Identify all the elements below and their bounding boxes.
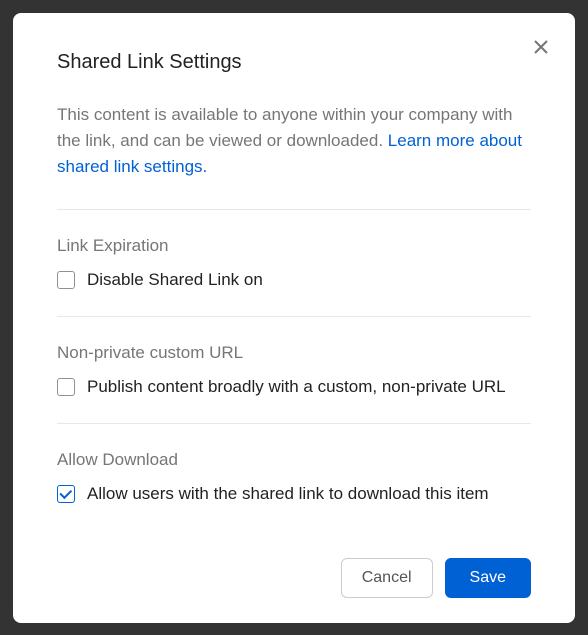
section-title: Non-private custom URL (57, 343, 531, 363)
shared-link-settings-modal: Shared Link Settings This content is ava… (13, 13, 575, 623)
section-title: Allow Download (57, 450, 531, 470)
modal-description: This content is available to anyone with… (57, 102, 531, 181)
button-row: Cancel Save (57, 558, 531, 598)
link-expiration-section: Link Expiration Disable Shared Link on (57, 210, 531, 316)
cancel-button[interactable]: Cancel (341, 558, 433, 598)
section-title: Link Expiration (57, 236, 531, 256)
checkbox-row: Publish content broadly with a custom, n… (57, 377, 531, 397)
close-icon (533, 39, 549, 55)
checkbox-label[interactable]: Disable Shared Link on (87, 270, 263, 290)
checkbox-label[interactable]: Allow users with the shared link to down… (87, 484, 489, 504)
checkbox-row: Allow users with the shared link to down… (57, 484, 531, 504)
custom-url-checkbox[interactable] (57, 378, 75, 396)
allow-download-section: Allow Download Allow users with the shar… (57, 424, 531, 530)
close-button[interactable] (527, 33, 555, 61)
custom-url-section: Non-private custom URL Publish content b… (57, 317, 531, 423)
allow-download-checkbox[interactable] (57, 485, 75, 503)
checkbox-row: Disable Shared Link on (57, 270, 531, 290)
save-button[interactable]: Save (445, 558, 531, 598)
modal-title: Shared Link Settings (57, 51, 531, 74)
disable-shared-link-checkbox[interactable] (57, 271, 75, 289)
checkbox-label[interactable]: Publish content broadly with a custom, n… (87, 377, 506, 397)
